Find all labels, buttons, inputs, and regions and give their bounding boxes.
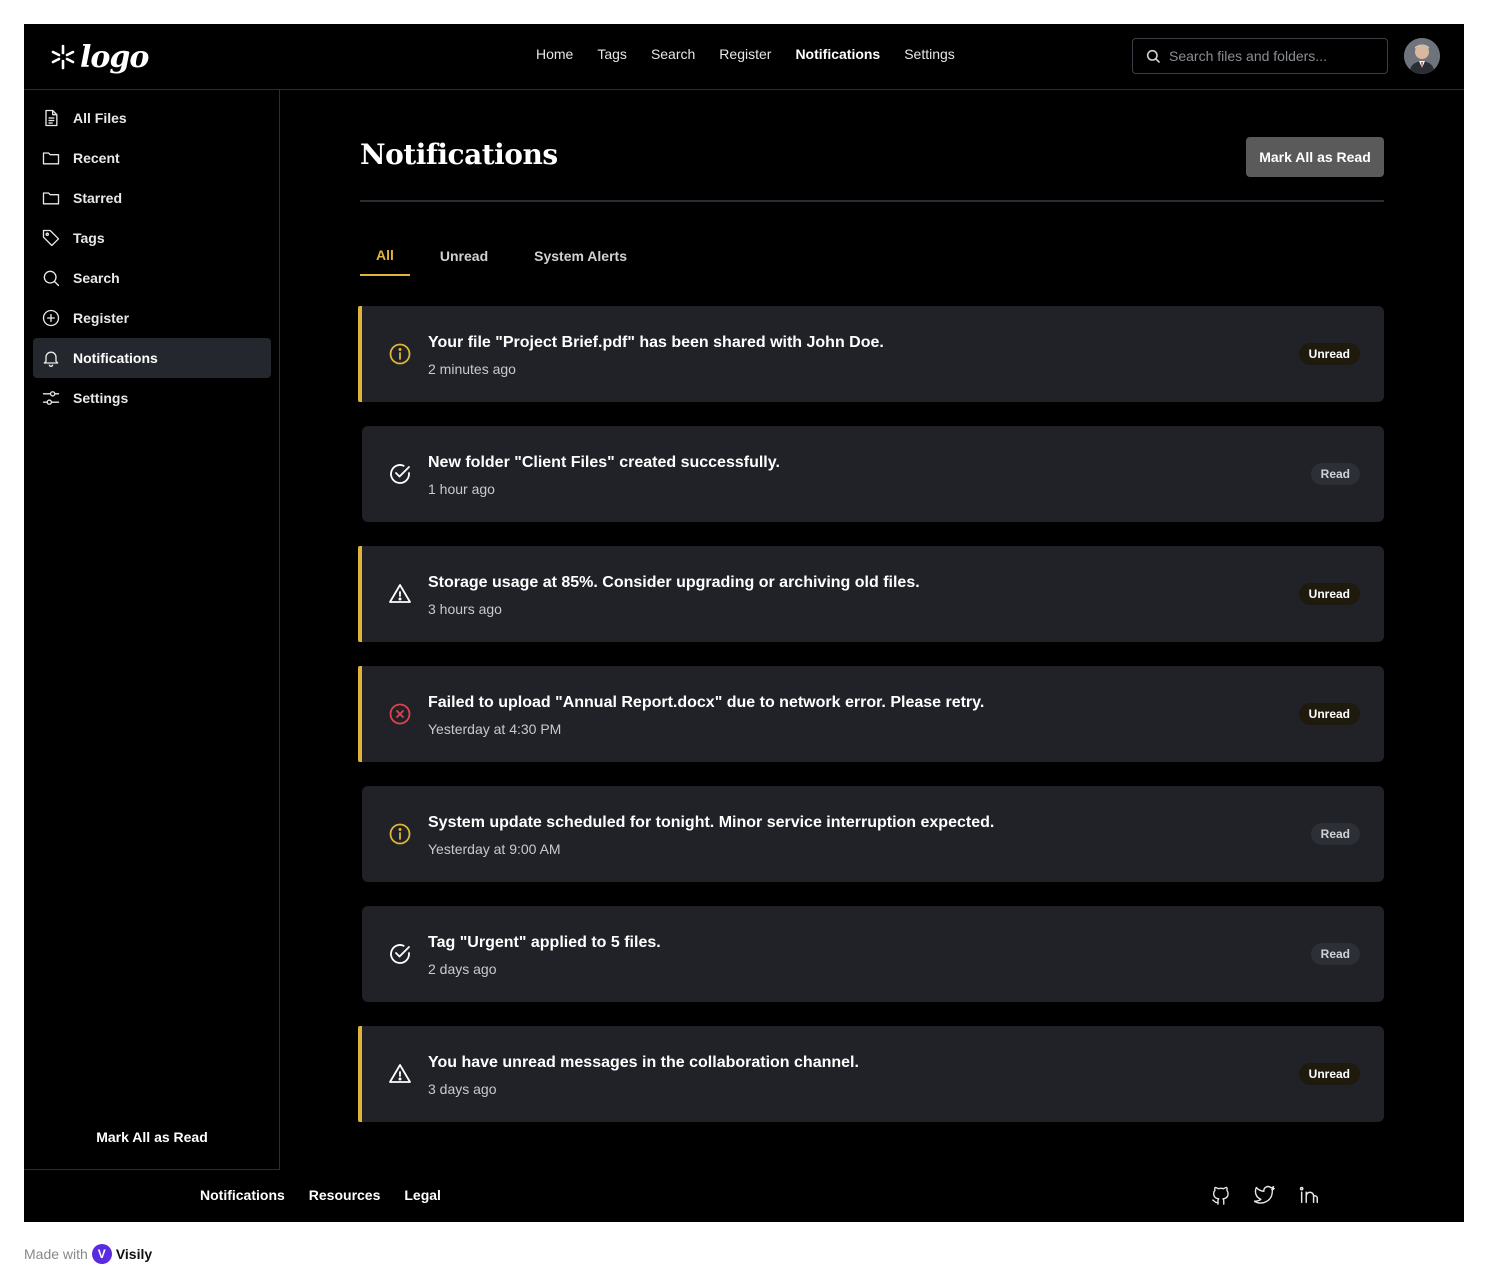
made-with-label: Made with	[24, 1246, 88, 1262]
footer-link-notifications[interactable]: Notifications	[200, 1187, 285, 1203]
sidebar-item-notifications[interactable]: Notifications	[33, 338, 271, 378]
linkedin-icon[interactable]	[1298, 1184, 1320, 1206]
notification-item[interactable]: Tag "Urgent" applied to 5 files. 2 days …	[362, 906, 1384, 1002]
sidebar-item-label: Settings	[73, 390, 129, 406]
topnav-notifications[interactable]: Notifications	[795, 46, 880, 62]
folder-icon	[42, 192, 60, 205]
status-badge: Read	[1310, 943, 1360, 965]
mark-all-read-button[interactable]: Mark All as Read	[1246, 137, 1384, 177]
notification-message: System update scheduled for tonight. Min…	[428, 814, 995, 831]
notification-message: You have unread messages in the collabor…	[428, 1054, 859, 1071]
sidebar-item-label: Register	[73, 310, 130, 326]
sidebar-item-label: Recent	[73, 150, 120, 166]
avatar[interactable]	[1404, 38, 1440, 74]
notification-time: 3 hours ago	[428, 601, 502, 617]
notification-time: 3 days ago	[428, 1081, 497, 1097]
folder-icon	[42, 152, 60, 165]
notification-item[interactable]: Your file "Project Brief.pdf" has been s…	[358, 306, 1384, 402]
notification-time: 2 days ago	[428, 961, 497, 977]
notification-time: 1 hour ago	[428, 481, 495, 497]
sliders-icon	[42, 391, 60, 405]
user-avatar-image	[1404, 38, 1440, 74]
notification-message: New folder "Client Files" created succes…	[428, 454, 780, 471]
twitter-icon[interactable]	[1254, 1184, 1276, 1206]
topnav-register[interactable]: Register	[719, 46, 771, 62]
social-links	[1210, 1184, 1320, 1206]
status-badge: Unread	[1298, 1063, 1360, 1085]
tab-all[interactable]: All	[360, 236, 410, 276]
topnav-settings[interactable]: Settings	[904, 46, 955, 62]
tab-system-alerts[interactable]: System Alerts	[518, 236, 643, 276]
sidebar-item-label: Notifications	[73, 350, 158, 366]
search-icon	[43, 270, 60, 287]
tab-bar: All Unread System Alerts	[360, 236, 657, 276]
asterisk-logo-icon	[51, 44, 75, 70]
visily-logo-icon: V	[91, 1244, 112, 1264]
info-icon	[389, 343, 411, 365]
sidebar-item-all-files[interactable]: All Files	[33, 98, 271, 138]
app-window: logo Home Tags Search Register Notificat…	[24, 24, 1464, 1222]
tag-icon	[42, 229, 60, 247]
sidebar-item-label: Search	[73, 270, 120, 286]
notification-time: Yesterday at 9:00 AM	[428, 841, 561, 857]
sidebar-item-settings[interactable]: Settings	[33, 378, 271, 418]
notification-item[interactable]: System update scheduled for tonight. Min…	[362, 786, 1384, 882]
check-circle-icon	[390, 464, 410, 484]
check-circle-icon	[390, 944, 410, 964]
sidebar-item-label: Starred	[73, 190, 123, 206]
sidebar-item-recent[interactable]: Recent	[33, 138, 271, 178]
notification-message: Tag "Urgent" applied to 5 files.	[428, 934, 661, 951]
notification-item[interactable]: Storage usage at 85%. Consider upgrading…	[358, 546, 1384, 642]
info-icon	[389, 823, 411, 845]
status-badge: Read	[1310, 823, 1360, 845]
warning-icon	[389, 584, 411, 603]
sidebar-item-tags[interactable]: Tags	[33, 218, 271, 258]
sidebar-item-label: Tags	[73, 230, 105, 246]
topnav-search[interactable]: Search	[651, 46, 695, 62]
bell-icon	[43, 351, 59, 367]
search-input[interactable]	[1169, 48, 1379, 64]
status-badge: Unread	[1298, 703, 1360, 725]
plus-circle-icon	[42, 309, 60, 327]
search-box	[1132, 38, 1388, 74]
top-nav: Home Tags Search Register Notifications …	[536, 46, 955, 62]
github-icon[interactable]	[1210, 1184, 1232, 1206]
footer-link-resources[interactable]: Resources	[309, 1187, 381, 1203]
warning-icon	[389, 1064, 411, 1083]
made-with-watermark[interactable]: Made with V Visily	[24, 1244, 152, 1264]
topnav-tags[interactable]: Tags	[597, 46, 627, 62]
status-badge: Unread	[1298, 583, 1360, 605]
file-icon	[45, 109, 58, 127]
divider	[360, 200, 1384, 202]
search-icon	[1146, 49, 1160, 63]
notification-message: Failed to upload "Annual Report.docx" du…	[428, 694, 985, 711]
footer-links: Notifications Resources Legal	[200, 1187, 441, 1203]
footer: Notifications Resources Legal	[24, 1170, 1464, 1222]
page-title: Notifications	[360, 138, 558, 171]
notification-message: Storage usage at 85%. Consider upgrading…	[428, 574, 920, 591]
topnav-home[interactable]: Home	[536, 46, 573, 62]
sidebar-mark-all-read-button[interactable]: Mark All as Read	[24, 1129, 280, 1145]
sidebar-item-label: All Files	[73, 110, 127, 126]
logo-text: logo	[80, 39, 149, 75]
notification-time: Yesterday at 4:30 PM	[428, 721, 562, 737]
error-icon	[389, 703, 411, 725]
footer-link-legal[interactable]: Legal	[404, 1187, 441, 1203]
sidebar-item-search[interactable]: Search	[33, 258, 271, 298]
notification-time: 2 minutes ago	[428, 361, 516, 377]
tab-unread[interactable]: Unread	[424, 236, 504, 276]
logo[interactable]: logo	[50, 36, 149, 78]
notification-item[interactable]: New folder "Client Files" created succes…	[362, 426, 1384, 522]
top-bar: logo Home Tags Search Register Notificat…	[24, 24, 1464, 90]
visily-brand: Visily	[115, 1246, 153, 1262]
sidebar-item-starred[interactable]: Starred	[33, 178, 271, 218]
notification-message: Your file "Project Brief.pdf" has been s…	[428, 334, 884, 351]
notification-item[interactable]: Failed to upload "Annual Report.docx" du…	[358, 666, 1384, 762]
sidebar: All Files Recent Starred Tags Search Reg…	[24, 90, 280, 1170]
sidebar-item-register[interactable]: Register	[33, 298, 271, 338]
notification-item[interactable]: You have unread messages in the collabor…	[358, 1026, 1384, 1122]
status-badge: Read	[1310, 463, 1360, 485]
status-badge: Unread	[1298, 343, 1360, 365]
